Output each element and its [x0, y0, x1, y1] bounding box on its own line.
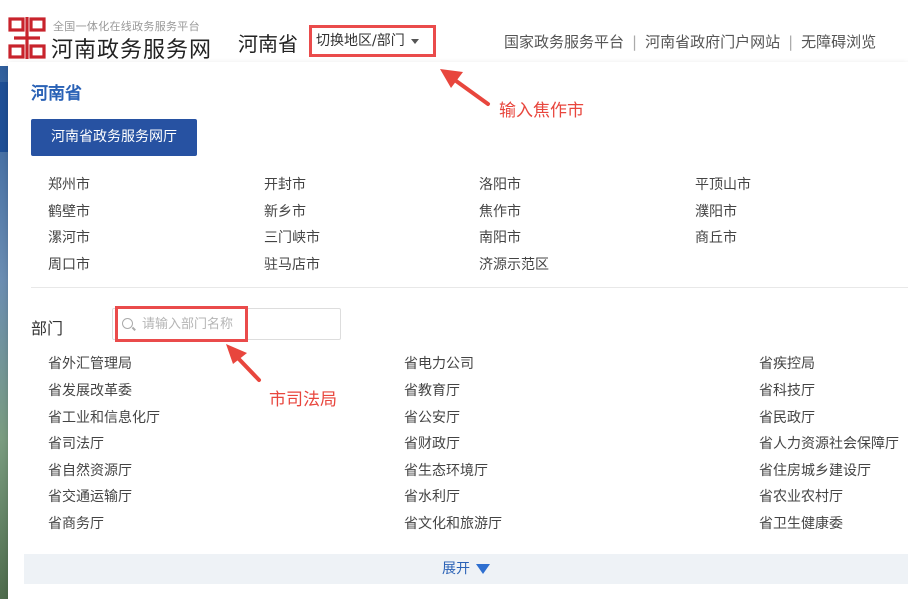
- arrow-icon-dept: [226, 344, 261, 382]
- annotation-text-dept: 市司法局: [269, 390, 337, 410]
